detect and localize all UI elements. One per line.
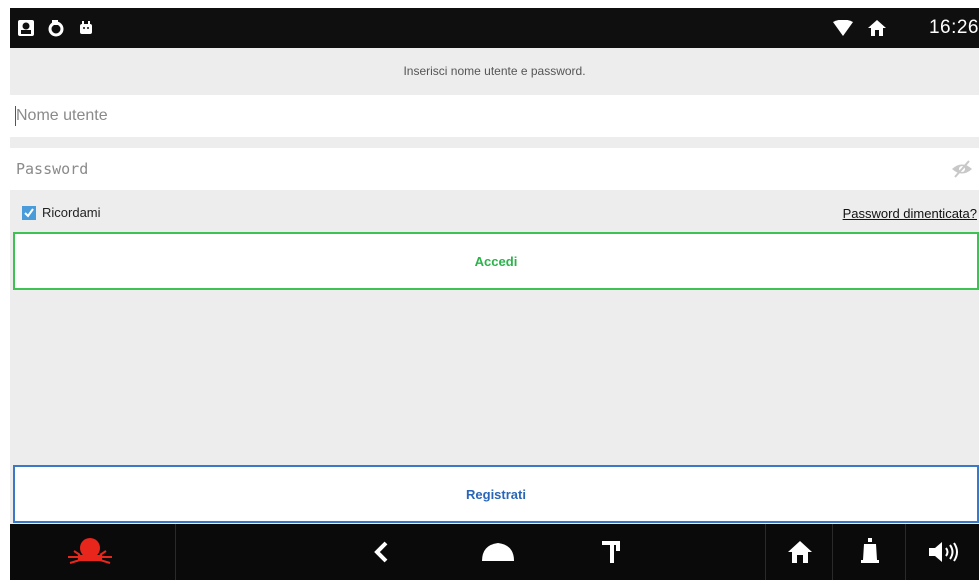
text-caret	[15, 106, 16, 126]
toggle-visibility-icon[interactable]	[951, 159, 973, 179]
volume-icon[interactable]	[922, 534, 966, 570]
android-icon	[76, 18, 96, 38]
remember-label: Ricordami	[42, 205, 101, 220]
app-screen: 16:26 Inserisci nome utente e password. …	[10, 8, 979, 580]
username-field[interactable]	[10, 95, 979, 137]
remember-me[interactable]: Ricordami	[22, 205, 101, 220]
sync-icon	[46, 18, 66, 38]
password-input[interactable]	[10, 148, 979, 190]
house-icon[interactable]	[782, 534, 818, 570]
home-icon[interactable]	[478, 534, 518, 570]
nav-divider	[175, 524, 176, 580]
status-time: 16:26	[928, 17, 979, 38]
forgot-password-link[interactable]: Password dimenticata?	[843, 206, 977, 221]
recents-icon[interactable]	[596, 534, 626, 570]
password-field[interactable]	[10, 148, 979, 190]
nav-divider	[832, 524, 833, 580]
nav-divider	[905, 524, 906, 580]
username-input[interactable]	[10, 95, 979, 137]
alarm-icon[interactable]	[60, 534, 120, 570]
register-button[interactable]: Registrati	[13, 465, 979, 523]
app-badge-icon	[16, 18, 36, 38]
remember-checkbox[interactable]	[22, 205, 36, 220]
status-bar: 16:26	[10, 8, 979, 48]
back-icon[interactable]	[366, 534, 396, 570]
login-hint: Inserisci nome utente e password.	[403, 64, 586, 78]
navigation-bar	[10, 524, 979, 580]
home-status-icon	[866, 18, 888, 38]
login-button[interactable]: Accedi	[13, 232, 979, 290]
nav-divider	[765, 524, 766, 580]
bell-icon[interactable]	[852, 534, 888, 570]
wifi-icon	[832, 18, 854, 38]
